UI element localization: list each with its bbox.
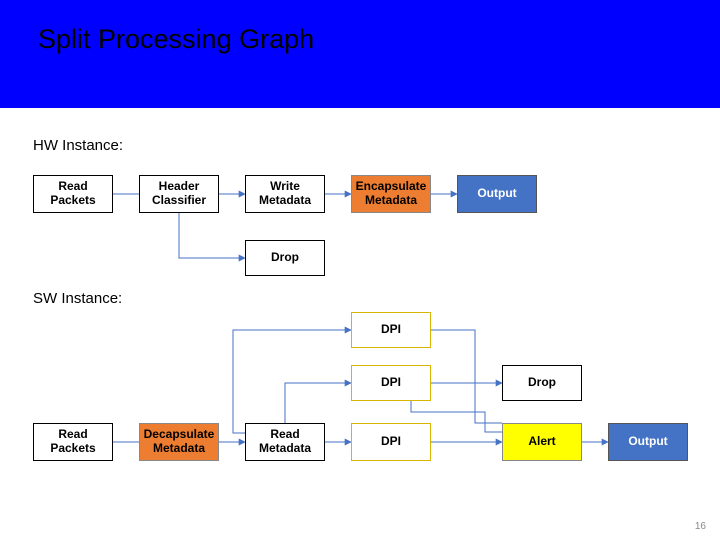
hw-node-header-classifier: HeaderClassifier xyxy=(139,175,219,213)
hw-node-read-packets: ReadPackets xyxy=(33,175,113,213)
hw-node-encapsulate-metadata: EncapsulateMetadata xyxy=(351,175,431,213)
hw-node-drop: Drop xyxy=(245,240,325,276)
hw-node-output: Output xyxy=(457,175,537,213)
sw-node-decapsulate-metadata: DecapsulateMetadata xyxy=(139,423,219,461)
page-number: 16 xyxy=(695,521,706,532)
sw-node-output: Output xyxy=(608,423,688,461)
sw-node-read-packets: ReadPackets xyxy=(33,423,113,461)
slide: Split Processing Graph HW Instance: xyxy=(0,0,720,540)
sw-node-dpi-1: DPI xyxy=(351,312,431,348)
section-label-hw: HW Instance: xyxy=(33,137,123,154)
section-label-sw: SW Instance: xyxy=(33,290,122,307)
sw-node-dpi-3: DPI xyxy=(351,423,431,461)
hw-node-write-metadata: WriteMetadata xyxy=(245,175,325,213)
page-title: Split Processing Graph xyxy=(38,24,314,55)
sw-node-read-metadata: ReadMetadata xyxy=(245,423,325,461)
sw-node-dpi-2: DPI xyxy=(351,365,431,401)
sw-node-alert: Alert xyxy=(502,423,582,461)
title-bar: Split Processing Graph xyxy=(0,0,720,108)
sw-node-drop: Drop xyxy=(502,365,582,401)
